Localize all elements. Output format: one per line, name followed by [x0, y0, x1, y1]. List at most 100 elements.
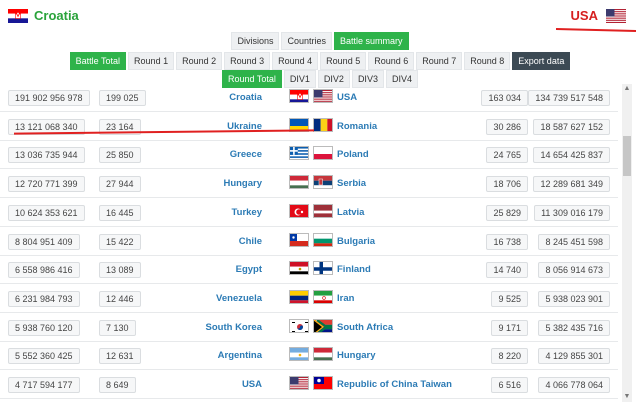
- right-damage-value: 5 382 435 716: [538, 319, 610, 336]
- tab-divisions[interactable]: Divisions: [231, 32, 280, 50]
- scroll-down-icon[interactable]: ▼: [622, 392, 632, 402]
- team-a-link[interactable]: Turkey: [232, 207, 262, 218]
- table-row: 13 121 068 340 23 164 Ukraine Romania 30 286…: [0, 113, 618, 141]
- left-hits-value: 7 130: [99, 319, 136, 336]
- right-hits-value: 25 829: [486, 204, 528, 221]
- right-damage-value: 5 938 023 901: [538, 290, 610, 307]
- team-b-link[interactable]: USA: [337, 92, 357, 103]
- latvia-flag-icon: [313, 203, 333, 218]
- team-a-link[interactable]: South Korea: [206, 322, 262, 333]
- team-a-link[interactable]: Argentina: [218, 350, 262, 361]
- left-damage-value: 8 804 951 409: [8, 233, 80, 250]
- left-damage-value: 5 938 760 120: [8, 319, 80, 336]
- team-b-link[interactable]: Serbia: [337, 178, 366, 189]
- table-row: 6 231 984 793 12 446 Venezuela Iran 9 525 5 9…: [0, 285, 618, 313]
- tab-battle-total[interactable]: Battle Total: [69, 52, 127, 70]
- right-hits-value: 8 220: [491, 348, 528, 365]
- left-team[interactable]: Croatia: [8, 8, 79, 23]
- croatia-flag-icon: [8, 8, 28, 23]
- hungary-flag-icon: [289, 175, 309, 190]
- tab-round-7[interactable]: Round 7: [416, 52, 463, 70]
- team-b-link[interactable]: Iran: [337, 293, 354, 304]
- usa-flag-icon: [606, 8, 626, 23]
- right-damage-value: 8 056 914 673: [538, 262, 610, 279]
- team-b-link[interactable]: Poland: [337, 149, 369, 160]
- tab-round-8[interactable]: Round 8: [464, 52, 511, 70]
- table-row: 6 558 986 416 13 089 Egypt Finland 14 740 8 0…: [0, 256, 618, 285]
- table-row: 4 717 594 177 8 649 USA Republic of China T…: [0, 371, 618, 399]
- tab-round-2[interactable]: Round 2: [176, 52, 223, 70]
- table-row: 10 624 353 621 16 445 Turkey Latvia 25 829 11…: [0, 199, 618, 227]
- team-a-link[interactable]: Croatia: [229, 92, 262, 103]
- tab-round-1[interactable]: Round 1: [128, 52, 175, 70]
- team-a-link[interactable]: Greece: [230, 149, 262, 160]
- team-a-link[interactable]: Egypt: [236, 264, 262, 275]
- bulgaria-flag-icon: [313, 232, 333, 247]
- right-damage-value: 12 289 681 349: [533, 176, 610, 193]
- croatia-flag-icon: [289, 89, 309, 103]
- table-row: 13 036 735 944 25 850 Greece Poland 24 765 14…: [0, 141, 618, 170]
- left-hits-value: 8 649: [99, 377, 136, 393]
- left-hits-value: 27 944: [99, 176, 141, 193]
- view-tabs: Divisions Countries Battle summary: [0, 32, 640, 50]
- team-b-link[interactable]: Romania: [337, 121, 377, 132]
- left-damage-value: 10 624 353 621: [8, 204, 85, 221]
- team-a-link[interactable]: USA: [242, 379, 262, 390]
- right-damage-value: 4 129 855 301: [538, 348, 610, 365]
- right-hits-value: 9 171: [491, 319, 528, 336]
- chile-flag-icon: [289, 232, 309, 247]
- right-hits-value: 18 706: [486, 176, 528, 193]
- team-a-link[interactable]: Chile: [239, 236, 262, 247]
- usa-flag-icon: [313, 89, 333, 103]
- south-africa-flag-icon: [313, 318, 333, 333]
- tab-round-3[interactable]: Round 3: [224, 52, 271, 70]
- right-hits-value: 24 765: [486, 147, 528, 164]
- right-hits-value: 9 525: [491, 290, 528, 307]
- left-hits-value: 12 631: [99, 348, 141, 365]
- scroll-up-icon[interactable]: ▲: [622, 84, 632, 94]
- left-hits-value: 199 025: [99, 90, 146, 106]
- tab-round-6[interactable]: Round 6: [368, 52, 415, 70]
- taiwan-flag-icon: [313, 376, 333, 390]
- tab-round-5[interactable]: Round 5: [320, 52, 367, 70]
- right-team[interactable]: USA: [571, 8, 626, 23]
- team-a-link[interactable]: Hungary: [223, 178, 262, 189]
- export-data-button[interactable]: Export data: [512, 52, 571, 70]
- right-damage-value: 11 309 016 179: [534, 204, 610, 221]
- right-damage-value: 18 587 627 152: [533, 118, 610, 135]
- right-hits-value: 6 516: [491, 377, 528, 393]
- tab-battle-summary[interactable]: Battle summary: [334, 32, 409, 50]
- team-b-link[interactable]: Republic of China Taiwan: [337, 379, 452, 390]
- left-damage-value: 4 717 594 177: [8, 377, 80, 393]
- left-damage-value: 6 231 984 793: [8, 290, 80, 307]
- left-team-name: Croatia: [34, 8, 79, 23]
- right-hits-value: 14 740: [486, 262, 528, 279]
- battle-header: Croatia USA: [0, 0, 640, 36]
- table-row: 191 902 956 978 199 025 Croatia USA 163 034 1…: [0, 84, 618, 112]
- scrollbar[interactable]: ▲ ▼: [622, 84, 632, 402]
- right-damage-value: 14 654 425 837: [533, 147, 610, 164]
- greece-flag-icon: [289, 146, 309, 161]
- right-damage-value: 8 245 451 598: [538, 233, 610, 250]
- team-b-link[interactable]: Latvia: [337, 207, 364, 218]
- poland-flag-icon: [313, 146, 333, 161]
- team-a-link[interactable]: Venezuela: [216, 293, 262, 304]
- right-damage-value: 134 739 517 548: [528, 90, 610, 106]
- tab-countries[interactable]: Countries: [281, 32, 332, 50]
- left-damage-value: 12 720 771 399: [8, 176, 85, 193]
- round-tabs: Battle Total Round 1 Round 2 Round 3 Rou…: [0, 52, 640, 70]
- scroll-thumb[interactable]: [623, 136, 631, 176]
- team-b-link[interactable]: South Africa: [337, 322, 393, 333]
- right-hits-value: 30 286: [486, 118, 528, 135]
- tab-round-4[interactable]: Round 4: [272, 52, 319, 70]
- team-b-link[interactable]: Finland: [337, 264, 371, 275]
- right-hits-value: 16 738: [486, 233, 528, 250]
- left-damage-value: 5 552 360 425: [8, 348, 80, 365]
- team-b-link[interactable]: Bulgaria: [337, 236, 375, 247]
- table-row: 5 552 360 425 12 631 Argentina Hungary 8 220…: [0, 342, 618, 371]
- argentina-flag-icon: [289, 347, 309, 362]
- table-row: 8 804 951 409 15 422 Chile Bulgaria 16 738 8 …: [0, 228, 618, 256]
- team-b-link[interactable]: Hungary: [337, 350, 376, 361]
- left-hits-value: 12 446: [99, 290, 141, 307]
- table-row: 12 720 771 399 27 944 Hungary Serbia 18 706 1…: [0, 170, 618, 199]
